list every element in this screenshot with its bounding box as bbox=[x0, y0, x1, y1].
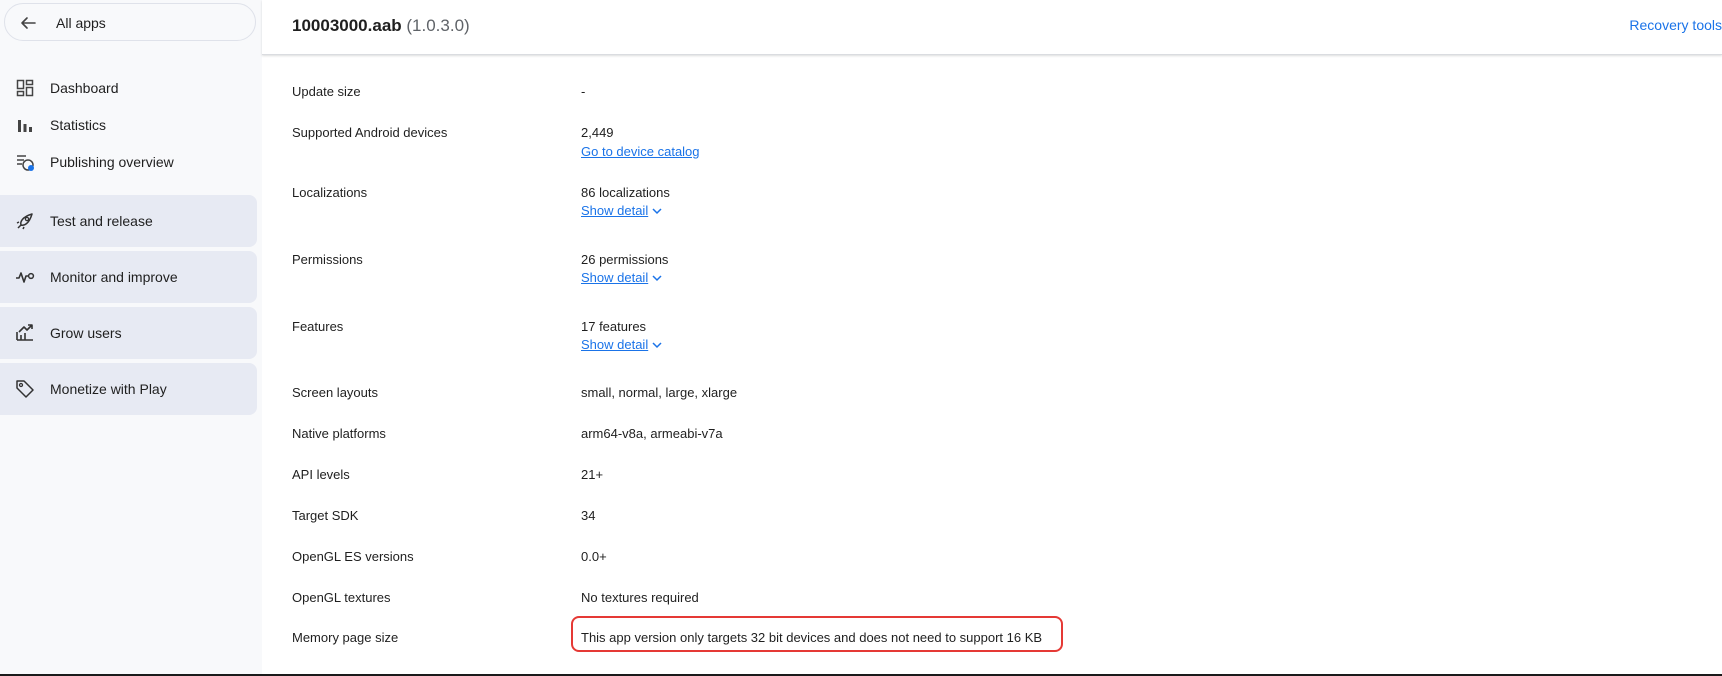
opengl-textures-value: No textures required bbox=[581, 590, 699, 605]
native-platforms-value: arm64-v8a, armeabi-v7a bbox=[581, 426, 723, 441]
sidebar-section-monitor-and-improve[interactable]: Monitor and improve bbox=[0, 251, 257, 303]
bundle-version: (1.0.3.0) bbox=[406, 16, 470, 35]
show-detail-label: Show detail bbox=[581, 203, 649, 218]
screen-layouts-label: Screen layouts bbox=[292, 385, 378, 400]
sidebar-section-grow-users[interactable]: Grow users bbox=[0, 307, 257, 359]
show-detail-label: Show detail bbox=[581, 270, 649, 285]
opengl-es-label: OpenGL ES versions bbox=[292, 549, 414, 564]
localizations-value: 86 localizations bbox=[581, 185, 670, 200]
sidebar: All apps Dashboard Statistics Publishing… bbox=[0, 0, 262, 674]
localizations-show-detail-link[interactable]: Show detail bbox=[581, 203, 663, 218]
grow-icon bbox=[14, 322, 36, 344]
permissions-show-detail-link[interactable]: Show detail bbox=[581, 270, 663, 285]
chevron-down-icon bbox=[651, 339, 663, 351]
api-levels-value: 21+ bbox=[581, 467, 604, 482]
arrow-back-icon bbox=[19, 14, 37, 32]
vitals-icon bbox=[14, 266, 36, 288]
supported-devices-value: 2,449 bbox=[581, 125, 614, 140]
localizations-label: Localizations bbox=[292, 185, 368, 200]
show-detail-label: Show detail bbox=[581, 337, 649, 352]
publishing-overview-icon bbox=[14, 151, 36, 173]
target-sdk-label: Target SDK bbox=[292, 508, 359, 523]
sidebar-section-label: Grow users bbox=[50, 325, 122, 341]
rocket-icon bbox=[14, 210, 36, 232]
sidebar-section-label: Monitor and improve bbox=[50, 269, 178, 285]
sidebar-item-statistics[interactable]: Statistics bbox=[0, 110, 257, 140]
chevron-down-icon bbox=[651, 272, 663, 284]
all-apps-button[interactable]: All apps bbox=[4, 3, 256, 41]
update-size-label: Update size bbox=[292, 84, 361, 99]
target-sdk-value: 34 bbox=[581, 508, 596, 523]
device-catalog-link[interactable]: Go to device catalog bbox=[581, 144, 700, 159]
native-platforms-label: Native platforms bbox=[292, 426, 386, 441]
sidebar-item-dashboard[interactable]: Dashboard bbox=[0, 73, 257, 103]
opengl-textures-label: OpenGL textures bbox=[292, 590, 391, 605]
sidebar-section-label: Monetize with Play bbox=[50, 381, 167, 397]
dashboard-icon bbox=[14, 77, 36, 99]
memory-page-size-label: Memory page size bbox=[292, 630, 399, 645]
features-label: Features bbox=[292, 319, 344, 334]
sidebar-item-label: Publishing overview bbox=[50, 154, 174, 170]
permissions-label: Permissions bbox=[292, 252, 363, 267]
tag-icon bbox=[14, 378, 36, 400]
features-value: 17 features bbox=[581, 319, 647, 334]
supported-devices-label: Supported Android devices bbox=[292, 125, 448, 140]
sidebar-item-label: Statistics bbox=[50, 117, 107, 133]
page-header: 10003000.aab (1.0.3.0) Recovery tools bbox=[262, 0, 1722, 55]
sidebar-item-label: Dashboard bbox=[50, 80, 119, 96]
permissions-value: 26 permissions bbox=[581, 252, 669, 267]
bundle-name: 10003000.aab bbox=[292, 16, 402, 35]
memory-page-size-value: This app version only targets 32 bit dev… bbox=[581, 630, 1043, 645]
update-size-value: - bbox=[581, 84, 586, 99]
screen-layouts-value: small, normal, large, xlarge bbox=[581, 385, 738, 400]
features-show-detail-link[interactable]: Show detail bbox=[581, 337, 663, 352]
page-title: 10003000.aab (1.0.3.0) bbox=[292, 16, 470, 36]
recovery-tools-link[interactable]: Recovery tools bbox=[1629, 17, 1722, 33]
bar-chart-icon bbox=[14, 114, 36, 136]
api-levels-label: API levels bbox=[292, 467, 350, 482]
sidebar-section-monetize-with-play[interactable]: Monetize with Play bbox=[0, 363, 257, 415]
sidebar-section-label: Test and release bbox=[50, 213, 153, 229]
sidebar-section-test-and-release[interactable]: Test and release bbox=[0, 195, 257, 247]
all-apps-label: All apps bbox=[56, 15, 106, 31]
opengl-es-value: 0.0+ bbox=[581, 549, 607, 564]
sidebar-item-publishing-overview[interactable]: Publishing overview bbox=[0, 147, 257, 177]
chevron-down-icon bbox=[651, 205, 663, 217]
main-content: 10003000.aab (1.0.3.0) Recovery tools Up… bbox=[262, 0, 1722, 674]
